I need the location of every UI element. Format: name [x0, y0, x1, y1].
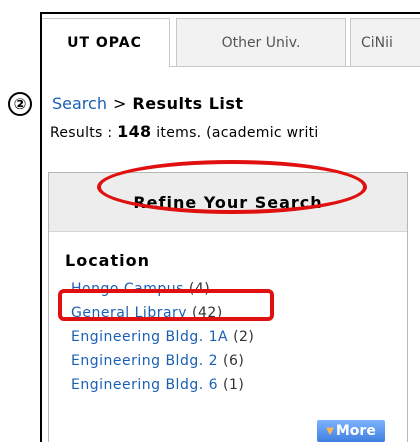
results-prefix: Results : — [50, 125, 118, 141]
highlight-box — [58, 289, 274, 321]
tab-other-univ-label: Other Univ. — [221, 34, 301, 51]
more-button[interactable]: ▼ More — [317, 420, 385, 442]
highlight-ellipse — [97, 160, 367, 214]
location-heading: Location — [65, 251, 150, 270]
tab-ut-opac[interactable]: UT OPAC — [42, 18, 170, 67]
more-button-label: More — [335, 423, 376, 439]
breadcrumb-current: Results List — [132, 94, 244, 113]
tab-other-univ[interactable]: Other Univ. — [176, 18, 346, 66]
tab-cinii[interactable]: CiNii — [350, 18, 420, 66]
results-count: 148 — [117, 122, 152, 141]
facet-count: (1) — [222, 377, 245, 393]
breadcrumb: Search > Results List — [52, 94, 244, 113]
tab-cinii-label: CiNii — [361, 34, 393, 51]
step-marker-label: ② — [13, 95, 27, 113]
facet-engineering-1a[interactable]: Engineering Bldg. 1A (2) — [71, 329, 254, 345]
breadcrumb-separator: > — [112, 94, 127, 113]
step-marker: ② — [8, 92, 32, 116]
facet-engineering-2[interactable]: Engineering Bldg. 2 (6) — [71, 353, 244, 369]
tab-bar: UT OPAC Other Univ. CiNii — [42, 14, 420, 67]
facet-label: Engineering Bldg. 6 — [71, 377, 219, 393]
triangle-down-icon: ▼ — [326, 425, 334, 437]
results-suffix: items. (academic writi — [151, 125, 319, 141]
facet-label: Engineering Bldg. 2 — [71, 353, 219, 369]
opac-window: UT OPAC Other Univ. CiNii Search > Results… — [40, 12, 420, 442]
results-summary: Results : 148 items. (academic writi — [50, 122, 319, 141]
breadcrumb-search-link[interactable]: Search — [52, 94, 107, 113]
facet-engineering-6[interactable]: Engineering Bldg. 6 (1) — [71, 377, 244, 393]
facet-count: (6) — [222, 353, 245, 369]
tab-ut-opac-label: UT OPAC — [67, 35, 142, 51]
facet-count: (2) — [233, 329, 255, 345]
facet-label: Engineering Bldg. 1A — [71, 329, 229, 345]
